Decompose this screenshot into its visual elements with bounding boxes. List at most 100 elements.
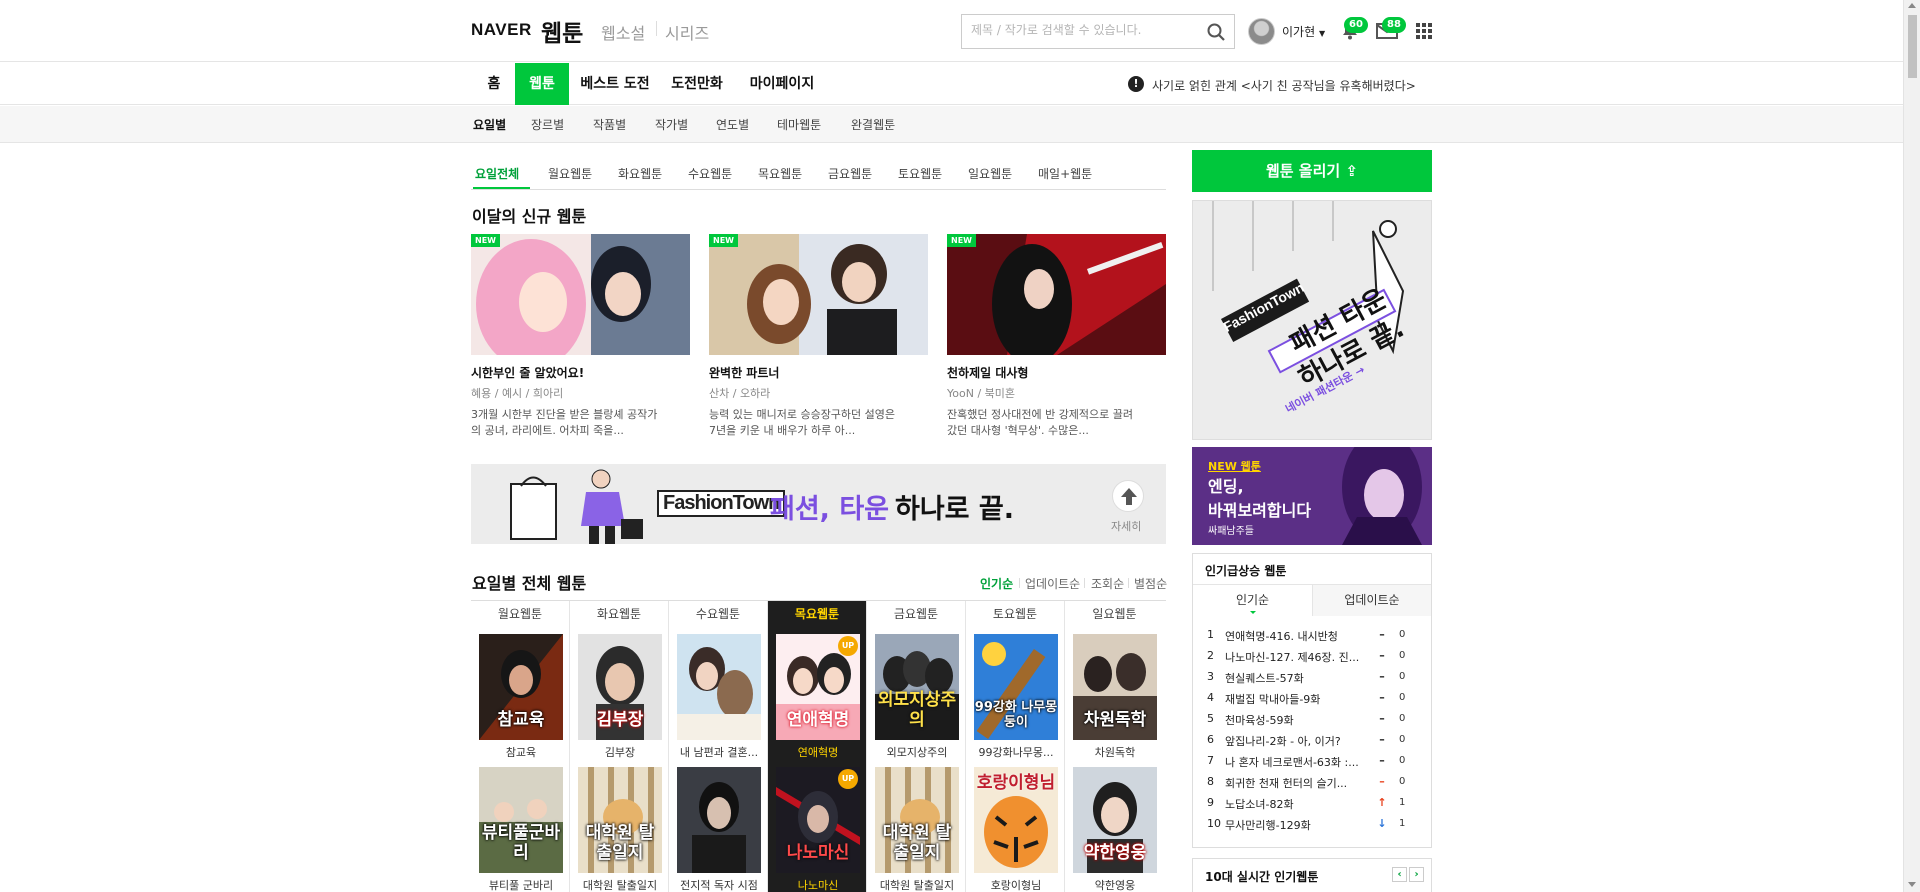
scroll-down-arrow-icon[interactable] xyxy=(1908,882,1916,887)
webtoon-logo[interactable]: 웹툰 xyxy=(541,14,583,48)
webtoon-thumbnail[interactable]: 참교육 xyxy=(479,634,563,740)
webtoon-title[interactable]: 연애혁명 xyxy=(776,744,860,760)
webtoon-title[interactable]: 전지적 독자 시점 xyxy=(677,877,761,892)
ranking-item-title[interactable]: 천마육성-59화 xyxy=(1225,712,1365,728)
webtoon-title[interactable]: 차원독학 xyxy=(1073,744,1157,760)
ranking-tab-updated[interactable]: 업데이트순 xyxy=(1312,585,1431,616)
webtoon-title[interactable]: 김부장 xyxy=(578,744,662,760)
scroll-up-arrow-icon[interactable] xyxy=(1908,3,1916,8)
ranking-row[interactable]: 7 나 혼자 네크로맨서-63화 :... – 0 xyxy=(1207,751,1421,772)
webtoon-item[interactable]: 김부장 김부장 xyxy=(578,634,662,760)
search-input[interactable] xyxy=(971,23,1191,37)
lnb-by-day[interactable]: 요일별 xyxy=(473,116,506,133)
ranking-item-title[interactable]: 재벌집 막내아들-9화 xyxy=(1225,691,1365,707)
new-webtoon-card[interactable]: NEW 천하제일 대사형 YooN / 북미혼 잔혹했던 정사대전에 반 강제적… xyxy=(947,234,1166,439)
tab-all-days[interactable]: 요일전체 xyxy=(475,165,519,182)
webtoon-thumbnail[interactable]: 대학원 탈출일지 xyxy=(875,767,959,873)
webtoon-item[interactable]: 99강화 나무몽둥이 99강화나무몽... xyxy=(974,634,1058,760)
day-header[interactable]: 화요웹툰 xyxy=(570,601,668,628)
service-series-link[interactable]: 시리즈 xyxy=(665,20,709,44)
new-webtoon-title[interactable]: 시한부인 줄 알았어요! xyxy=(471,364,690,381)
ranking-row[interactable]: 5 천마육성-59화 – 0 xyxy=(1207,709,1421,730)
fashiontown-side-ad[interactable]: FashionTown 패션 타운 하나로 끝. 네이버 패션타운 → xyxy=(1192,200,1432,440)
next-arrow-icon[interactable]: › xyxy=(1409,867,1424,882)
day-header[interactable]: 월요웹툰 xyxy=(471,601,569,628)
notice-link[interactable]: 사기로 얽힌 관계 <사기 친 공작님을 유혹해버렸다> xyxy=(1152,77,1416,94)
gnb-challenge[interactable]: 도전만화 xyxy=(667,63,727,105)
lnb-by-genre[interactable]: 장르별 xyxy=(531,116,564,133)
webtoon-item[interactable]: 내 남편과 결혼... xyxy=(677,634,761,760)
lnb-completed[interactable]: 완결웹툰 xyxy=(851,116,895,133)
ranking-row[interactable]: 6 앞집나리-2화 - 아, 이거? – 0 xyxy=(1207,730,1421,751)
tab-wednesday[interactable]: 수요웹툰 xyxy=(688,165,732,182)
webtoon-thumbnail[interactable]: 김부장 xyxy=(578,634,662,740)
tab-monday[interactable]: 월요웹툰 xyxy=(548,165,592,182)
webtoon-thumbnail[interactable]: 호랑이형님 xyxy=(974,767,1058,873)
webtoon-thumbnail[interactable]: 차원독학 xyxy=(1073,634,1157,740)
ranking-item-title[interactable]: 앞집나리-2화 - 아, 이거? xyxy=(1225,733,1365,749)
webtoon-thumbnail[interactable]: 나노마신 UP xyxy=(776,767,860,873)
gnb-best-challenge[interactable]: 베스트 도전 xyxy=(577,63,653,105)
gnb-mypage[interactable]: 마이페이지 xyxy=(748,63,816,105)
webtoon-item[interactable]: 호랑이형님 호랑이형님 xyxy=(974,767,1058,892)
webtoon-item[interactable]: 약한영웅 약한영웅 xyxy=(1073,767,1157,892)
gnb-webtoon[interactable]: 웹툰 xyxy=(515,63,569,105)
webtoon-title[interactable]: 나노마신 xyxy=(776,877,860,892)
ranking-row[interactable]: 10 무사만리행-129화 ↓ 1 xyxy=(1207,814,1421,835)
webtoon-item[interactable]: 대학원 탈출일지 대학원 탈출일지 xyxy=(875,767,959,892)
upload-webtoon-button[interactable]: 웹툰 올리기 ⇪ xyxy=(1192,150,1432,192)
day-header[interactable]: 금요웹툰 xyxy=(867,601,965,628)
ranking-item-title[interactable]: 회귀한 천재 헌터의 슬기... xyxy=(1225,775,1365,791)
tab-friday[interactable]: 금요웹툰 xyxy=(828,165,872,182)
webtoon-title[interactable]: 대학원 탈출일지 xyxy=(578,877,662,892)
day-header[interactable]: 일요웹툰 xyxy=(1065,601,1164,628)
tab-sunday[interactable]: 일요웹툰 xyxy=(968,165,1012,182)
webtoon-item[interactable]: 차원독학 차원독학 xyxy=(1073,634,1157,760)
naver-logo[interactable]: NAVER xyxy=(471,20,532,40)
new-webtoon-side-ad[interactable]: NEW 웹툰 엔딩, 바꿔보려합니다 싸패남주들 xyxy=(1192,447,1432,545)
webtoon-thumbnail[interactable]: 99강화 나무몽둥이 xyxy=(974,634,1058,740)
day-header[interactable]: 목요웹툰 xyxy=(768,601,866,628)
tab-thursday[interactable]: 목요웹툰 xyxy=(758,165,802,182)
webtoon-item[interactable]: 전지적 독자 시점 xyxy=(677,767,761,892)
webtoon-item[interactable]: 외모지상주의 외모지상주의 xyxy=(875,634,959,760)
ranking-item-title[interactable]: 현실퀘스트-57화 xyxy=(1225,670,1365,686)
webtoon-title[interactable]: 외모지상주의 xyxy=(875,744,959,760)
webtoon-thumbnail[interactable]: 약한영웅 xyxy=(1073,767,1157,873)
new-webtoon-card[interactable]: NEW 완벽한 파트너 산차 / 오하라 능력 있는 매니저로 승승장구하던 설… xyxy=(709,234,928,439)
ranking-item-title[interactable]: 나노마신-127. 제46장. 진... xyxy=(1225,649,1365,665)
prev-arrow-icon[interactable]: ‹ xyxy=(1392,867,1407,882)
webtoon-thumbnail[interactable] xyxy=(677,634,761,740)
sort-updated[interactable]: 업데이트순 xyxy=(1025,575,1080,592)
ranking-row[interactable]: 4 재벌집 막내아들-9화 – 0 xyxy=(1207,688,1421,709)
new-webtoon-title[interactable]: 완벽한 파트너 xyxy=(709,364,928,381)
webtoon-thumbnail[interactable] xyxy=(677,767,761,873)
new-webtoon-thumbnail[interactable]: NEW xyxy=(709,234,928,355)
webtoon-title[interactable]: 약한영웅 xyxy=(1073,877,1157,892)
scrollbar-thumb[interactable] xyxy=(1908,15,1917,78)
sort-views[interactable]: 조회순 xyxy=(1091,575,1124,592)
ranking-row[interactable]: 1 연애혁명-416. 내시반청 – 0 xyxy=(1207,625,1421,646)
new-webtoon-title[interactable]: 천하제일 대사형 xyxy=(947,364,1166,381)
webtoon-item[interactable]: 뷰티풀군바리 뷰티풀 군바리 xyxy=(479,767,563,892)
fashiontown-banner[interactable]: FashionTown 패션, 타운 하나로 끝. 자세히 xyxy=(471,464,1166,544)
user-avatar[interactable] xyxy=(1248,18,1275,45)
gnb-home[interactable]: 홈 xyxy=(477,63,511,105)
service-webnovel-link[interactable]: 웹소설 xyxy=(601,20,645,44)
ranking-row[interactable]: 3 현실퀘스트-57화 – 0 xyxy=(1207,667,1421,688)
new-webtoon-thumbnail[interactable]: NEW xyxy=(471,234,690,355)
webtoon-thumbnail[interactable]: 뷰티풀군바리 xyxy=(479,767,563,873)
webtoon-title[interactable]: 호랑이형님 xyxy=(974,877,1058,892)
webtoon-thumbnail[interactable]: 외모지상주의 xyxy=(875,634,959,740)
day-header[interactable]: 수요웹툰 xyxy=(669,601,767,628)
lnb-by-year[interactable]: 연도별 xyxy=(716,116,749,133)
tab-saturday[interactable]: 토요웹툰 xyxy=(898,165,942,182)
banner-more-link[interactable]: 자세히 xyxy=(1111,518,1141,534)
new-webtoon-card[interactable]: NEW 시한부인 줄 알았어요! 혜용 / 예시 / 희아리 3개월 시한부 진… xyxy=(471,234,690,439)
day-header[interactable]: 토요웹툰 xyxy=(966,601,1064,628)
ranking-item-title[interactable]: 노답소녀-82화 xyxy=(1225,796,1365,812)
banner-arrow-icon[interactable] xyxy=(1112,480,1144,512)
new-webtoon-thumbnail[interactable]: NEW xyxy=(947,234,1166,355)
ranking-row[interactable]: 9 노답소녀-82화 ↑ 1 xyxy=(1207,793,1421,814)
ranking-item-title[interactable]: 무사만리행-129화 xyxy=(1225,817,1365,833)
